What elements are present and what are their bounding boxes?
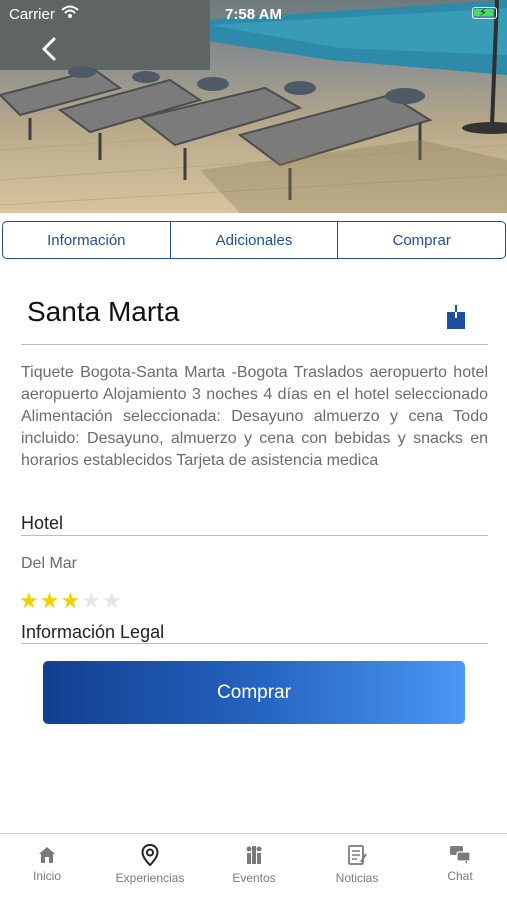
- tab-adicionales[interactable]: Adicionales: [171, 222, 339, 258]
- tab-informacion[interactable]: Información: [3, 222, 171, 258]
- tabbar-item-noticias[interactable]: Noticias: [307, 834, 407, 900]
- divider: [21, 643, 488, 644]
- tabbar-item-inicio[interactable]: Inicio: [0, 834, 97, 900]
- segmented-tabs: Información Adicionales Comprar: [2, 221, 506, 259]
- chat-icon: [450, 846, 471, 864]
- divider: [21, 535, 488, 536]
- share-icon: [447, 304, 465, 329]
- star-icon: ★: [39, 588, 60, 613]
- star-icon: ★: [81, 588, 101, 613]
- page-title: Santa Marta: [27, 296, 180, 327]
- star-rating: ★ ★ ★ ★ ★: [19, 589, 122, 613]
- description-text: Tiquete Bogota-Santa Marta -Bogota Trasl…: [21, 364, 488, 469]
- tabbar-item-eventos[interactable]: Eventos: [204, 834, 304, 900]
- legal-heading: Información Legal: [21, 622, 165, 642]
- bottom-tab-bar: Inicio Experiencias Eventos Noticias Cha…: [0, 833, 507, 900]
- tabbar-item-chat[interactable]: Chat: [410, 834, 507, 900]
- star-icon: ★: [19, 588, 39, 613]
- hotel-heading: Hotel: [21, 513, 64, 533]
- hero-image: [0, 0, 507, 213]
- home-icon: [39, 847, 55, 863]
- tab-comprar[interactable]: Comprar: [338, 222, 505, 258]
- tabbar-item-experiencias[interactable]: Experiencias: [100, 834, 200, 900]
- share-button[interactable]: [445, 304, 467, 330]
- back-button[interactable]: [36, 34, 64, 64]
- news-icon: [348, 845, 367, 865]
- battery-icon: ⚡: [472, 7, 497, 19]
- status-bar: Carrier 7:58 AM ⚡: [0, 0, 507, 28]
- chevron-left-icon: [42, 37, 56, 61]
- clock: 7:58 AM: [225, 6, 282, 23]
- star-icon: ★: [101, 588, 122, 613]
- star-icon: ★: [60, 588, 81, 613]
- buy-button[interactable]: Comprar: [43, 661, 465, 724]
- people-icon: [246, 846, 262, 864]
- hotel-name: Del Mar: [21, 555, 78, 572]
- location-pin-icon: [141, 844, 159, 866]
- divider: [21, 344, 488, 345]
